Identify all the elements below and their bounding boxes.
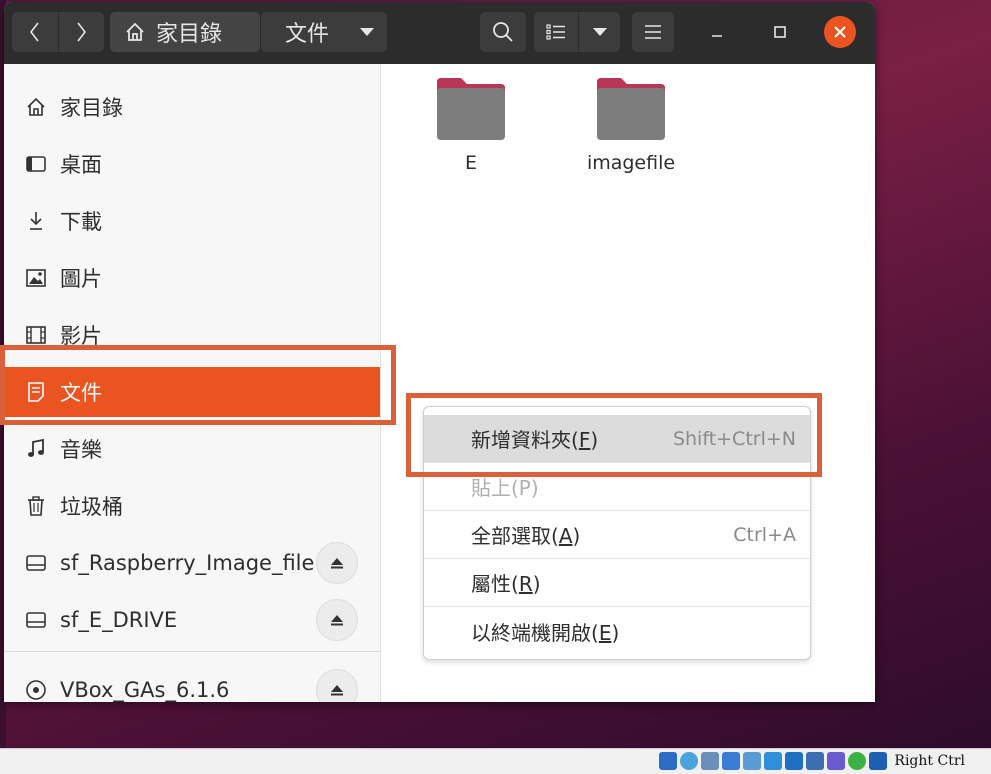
maximize-icon bbox=[774, 26, 786, 38]
menu-accelerator: Ctrl+A bbox=[733, 523, 796, 546]
path-bar-home[interactable]: 家目錄 bbox=[110, 12, 260, 52]
mouse-integration-icon[interactable] bbox=[848, 752, 867, 770]
chevron-down-icon bbox=[592, 28, 607, 36]
documents-icon bbox=[24, 380, 48, 404]
path-home-label: 家目錄 bbox=[156, 22, 223, 47]
close-button[interactable] bbox=[824, 16, 856, 48]
vm-status-bar: Right Ctrl bbox=[0, 748, 991, 774]
navigation-buttons bbox=[12, 12, 104, 52]
trash-icon bbox=[24, 494, 48, 518]
minimize-icon bbox=[712, 35, 722, 37]
chevron-down-icon bbox=[360, 28, 374, 36]
menu-item-paste[interactable]: 貼上(P) bbox=[424, 463, 810, 511]
back-button[interactable] bbox=[12, 12, 58, 52]
shared-folders-icon[interactable] bbox=[764, 752, 783, 770]
sidebar-item-trash[interactable]: 垃圾桶 bbox=[4, 481, 380, 531]
menu-item-open-terminal[interactable]: 以終端機開啟(E) bbox=[424, 607, 810, 655]
drive-icon bbox=[24, 608, 48, 632]
keyboard-capture-icon[interactable] bbox=[869, 752, 888, 770]
sidebar-item-desktop[interactable]: 桌面 bbox=[4, 139, 380, 189]
recording-icon[interactable] bbox=[806, 752, 825, 770]
menu-item-new-folder[interactable]: 新增資料夾(F) Shift+Ctrl+N bbox=[424, 415, 810, 463]
context-menu: 新增資料夾(F) Shift+Ctrl+N 貼上(P) 全部選取(A) Ctrl… bbox=[423, 406, 811, 660]
sidebar-item-label: 桌面 bbox=[60, 153, 102, 177]
audio-icon[interactable] bbox=[701, 752, 720, 770]
sidebar-item-sf-e-drive[interactable]: sf_E_DRIVE bbox=[4, 595, 380, 645]
sidebar-item-label: VBox_GAs_6.1.6 bbox=[60, 678, 230, 702]
view-dropdown-button[interactable] bbox=[579, 12, 620, 52]
menu-accelerator: Shift+Ctrl+N bbox=[672, 427, 796, 450]
desktop-icon bbox=[24, 152, 48, 176]
list-view-icon bbox=[546, 24, 565, 40]
eject-button[interactable] bbox=[316, 599, 358, 641]
eject-button[interactable] bbox=[316, 669, 358, 702]
sidebar-item-label: 家目錄 bbox=[60, 96, 123, 120]
folder-icon bbox=[597, 78, 665, 140]
hamburger-menu-icon bbox=[645, 25, 661, 39]
sidebar-item-label: 音樂 bbox=[60, 438, 102, 462]
chevron-right-icon bbox=[77, 22, 87, 42]
eject-icon bbox=[331, 558, 343, 569]
home-icon bbox=[126, 22, 144, 41]
view-options bbox=[534, 12, 620, 52]
path-bar-current[interactable]: 文件 bbox=[260, 12, 387, 52]
sidebar-item-home[interactable]: 家目錄 bbox=[4, 82, 380, 132]
eject-button[interactable] bbox=[316, 542, 358, 584]
maximize-button[interactable] bbox=[764, 16, 796, 48]
forward-button[interactable] bbox=[58, 12, 104, 52]
sidebar: 家目錄 桌面 下載 圖片 影片 文件 音樂 垃圾桶 sf_Raspberry_I… bbox=[4, 64, 381, 702]
folder-name: imagefile bbox=[586, 152, 676, 174]
sidebar-item-downloads[interactable]: 下載 bbox=[4, 196, 380, 246]
videos-icon bbox=[24, 323, 48, 347]
sidebar-item-vbox-gas[interactable]: VBox_GAs_6.1.6 bbox=[4, 665, 380, 702]
folder-name: E bbox=[464, 152, 477, 174]
sidebar-item-documents[interactable]: 文件 bbox=[4, 367, 380, 417]
sidebar-item-videos[interactable]: 影片 bbox=[4, 310, 380, 360]
folder-item[interactable]: imagefile bbox=[561, 76, 701, 174]
search-icon bbox=[493, 22, 513, 42]
menu-item-select-all[interactable]: 全部選取(A) Ctrl+A bbox=[424, 511, 810, 559]
list-view-button[interactable] bbox=[534, 12, 578, 52]
download-icon bbox=[24, 209, 48, 233]
status-tray: Right Ctrl bbox=[659, 752, 965, 770]
network-icon[interactable] bbox=[722, 752, 741, 770]
sidebar-item-label: sf_Raspberry_Image_file bbox=[60, 551, 315, 575]
hard-disk-icon[interactable] bbox=[659, 752, 678, 770]
drive-icon bbox=[24, 551, 48, 575]
sidebar-item-label: 文件 bbox=[60, 381, 102, 405]
eject-icon bbox=[331, 685, 343, 696]
sidebar-item-pictures[interactable]: 圖片 bbox=[4, 253, 380, 303]
display-icon[interactable] bbox=[785, 752, 804, 770]
path-current-label: 文件 bbox=[285, 22, 330, 47]
sidebar-item-sf-raspberry[interactable]: sf_Raspberry_Image_file bbox=[4, 538, 380, 588]
menu-item-properties[interactable]: 屬性(R) bbox=[424, 559, 810, 607]
pictures-icon bbox=[24, 266, 48, 290]
sidebar-item-label: sf_E_DRIVE bbox=[60, 608, 178, 632]
host-key-label: Right Ctrl bbox=[894, 753, 965, 769]
sidebar-item-music[interactable]: 音樂 bbox=[4, 424, 380, 474]
sidebar-item-label: 圖片 bbox=[60, 267, 102, 291]
minimize-button[interactable] bbox=[701, 16, 733, 48]
eject-icon bbox=[331, 615, 343, 626]
header-bar: 家目錄 文件 bbox=[4, 2, 875, 64]
sidebar-divider bbox=[4, 651, 380, 652]
disc-icon bbox=[24, 678, 48, 702]
sidebar-item-label: 垃圾桶 bbox=[60, 495, 123, 519]
folder-item[interactable]: E bbox=[401, 76, 541, 174]
cpu-icon[interactable] bbox=[827, 752, 846, 770]
chevron-left-icon bbox=[29, 22, 39, 42]
search-button[interactable] bbox=[480, 12, 526, 52]
home-icon bbox=[24, 95, 48, 119]
close-icon bbox=[834, 26, 846, 38]
folder-icon bbox=[437, 78, 505, 140]
sidebar-item-label: 影片 bbox=[60, 324, 102, 348]
usb-icon[interactable] bbox=[743, 752, 762, 770]
optical-drive-icon[interactable] bbox=[680, 752, 699, 770]
menu-button[interactable] bbox=[632, 12, 674, 52]
sidebar-item-label: 下載 bbox=[60, 210, 102, 234]
music-icon bbox=[24, 437, 48, 461]
